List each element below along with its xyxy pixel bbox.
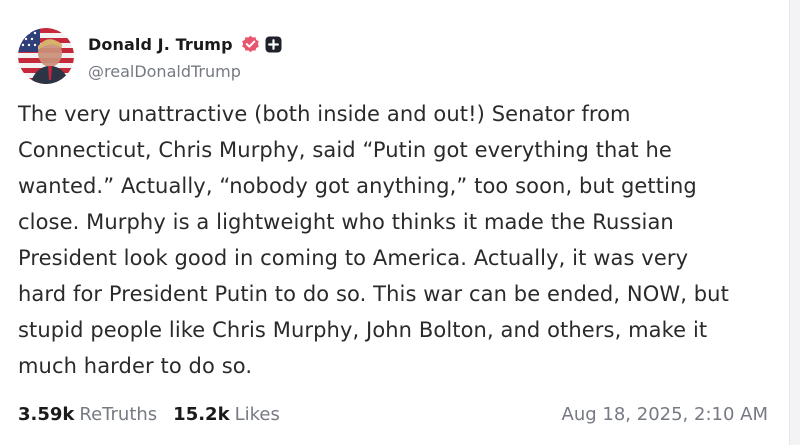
likes-count: 15.2k — [173, 403, 230, 425]
post-footer: 3.59k ReTruths 15.2k Likes Aug 18, 2025,… — [18, 400, 768, 428]
retruths-count: 3.59k — [18, 403, 75, 425]
plus-badge-icon — [265, 36, 282, 53]
avatar-image — [18, 28, 74, 84]
author-handle[interactable]: @realDonaldTrump — [88, 62, 282, 81]
retruths-label: ReTruths — [79, 403, 158, 425]
likes-label: Likes — [234, 403, 280, 425]
post-card: Donald J. Trump @realDonaldTrump The ver… — [0, 0, 790, 445]
post-text: The very unattractive (both inside and o… — [18, 102, 729, 378]
post-header: Donald J. Trump @realDonaldTrump — [18, 28, 282, 84]
avatar[interactable] — [18, 28, 74, 84]
scrollbar-track[interactable] — [789, 0, 800, 445]
likes-stat[interactable]: 15.2k Likes — [173, 404, 280, 425]
post-timestamp[interactable]: Aug 18, 2025, 2:10 AM — [562, 404, 768, 425]
verified-badge-icon — [241, 35, 260, 54]
author-info: Donald J. Trump @realDonaldTrump — [88, 32, 282, 81]
retruths-stat[interactable]: 3.59k ReTruths — [18, 404, 157, 425]
author-display-name[interactable]: Donald J. Trump — [88, 35, 233, 54]
name-row: Donald J. Trump — [88, 32, 282, 58]
